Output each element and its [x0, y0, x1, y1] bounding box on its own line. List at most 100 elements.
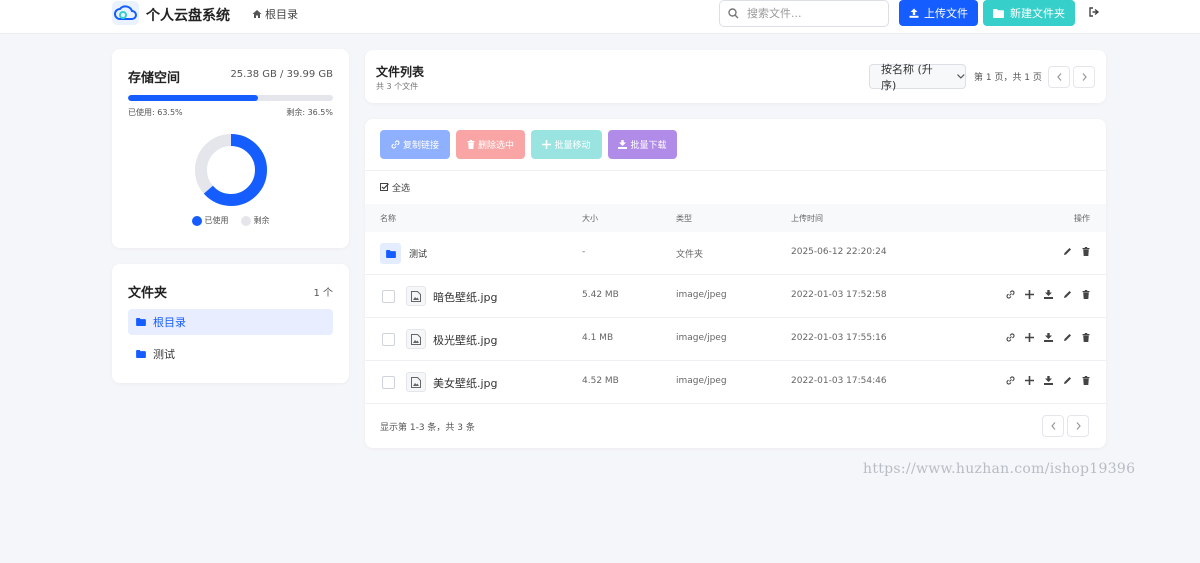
- image-file-icon: [406, 372, 426, 392]
- download-icon[interactable]: [1044, 290, 1053, 299]
- th-time: 上传时间: [791, 214, 823, 223]
- legend-free-label: 剩余: [253, 216, 270, 225]
- row-type: image/jpeg: [676, 376, 727, 386]
- next-page-button[interactable]: [1073, 66, 1095, 88]
- trash-icon[interactable]: [1082, 290, 1090, 299]
- row-name[interactable]: 测试: [409, 247, 427, 260]
- row-name[interactable]: 极光壁纸.jpg: [433, 332, 498, 348]
- trash-icon[interactable]: [1082, 333, 1090, 342]
- row-size: 4.1 MB: [582, 333, 614, 343]
- row-checkbox[interactable]: [382, 290, 395, 303]
- chevron-left-icon: [1050, 422, 1055, 430]
- storage-free-label: 剩余: 36.5%: [286, 108, 333, 117]
- select-all-toggle[interactable]: 全选: [380, 181, 410, 194]
- upload-button[interactable]: 上传文件: [899, 0, 978, 26]
- upload-label: 上传文件: [924, 7, 968, 20]
- edit-icon[interactable]: [1063, 247, 1072, 256]
- storage-progress-fill: [128, 95, 259, 101]
- table-header: 名称 大小 类型 上传时间 操作: [365, 204, 1106, 232]
- trash-icon: [467, 140, 475, 149]
- edit-icon[interactable]: [1063, 333, 1072, 342]
- chevron-left-icon: [1056, 73, 1061, 81]
- row-time: 2025-06-12 22:20:24: [791, 247, 887, 257]
- watermark-text: https://www.huzhan.com/ishop19396: [863, 461, 1136, 477]
- storage-used-label: 已使用: 63.5%: [128, 108, 183, 117]
- download-icon[interactable]: [1044, 376, 1053, 385]
- batch-move-label: 批量移动: [554, 141, 591, 151]
- file-list-header: 文件列表 共 3 个文件 按名称 (升序) 第 1 页，共 1 页: [365, 50, 1106, 103]
- link-icon[interactable]: [1006, 290, 1015, 299]
- trash-icon[interactable]: [1082, 247, 1090, 256]
- page-info: 第 1 页，共 1 页: [974, 73, 1042, 83]
- batch-download-label: 批量下载: [630, 141, 667, 151]
- folder-item-label: 根目录: [153, 316, 186, 329]
- folder-item-label: 测试: [153, 348, 175, 361]
- sort-select[interactable]: 按名称 (升序): [869, 63, 966, 92]
- upload-icon: [909, 8, 919, 18]
- legend-free-swatch: [240, 215, 251, 226]
- storage-title: 存储空间: [128, 71, 181, 86]
- download-icon: [618, 140, 628, 149]
- th-actions: 操作: [1074, 214, 1090, 223]
- move-icon[interactable]: [1025, 290, 1034, 299]
- image-icon: [411, 333, 421, 345]
- row-type: 文件夹: [676, 250, 704, 260]
- link-icon[interactable]: [1006, 376, 1015, 385]
- th-size: 大小: [582, 214, 598, 223]
- copy-link-button[interactable]: 复制链接: [380, 130, 450, 159]
- logout-icon[interactable]: [1089, 7, 1100, 17]
- edit-icon[interactable]: [1063, 376, 1072, 385]
- row-name[interactable]: 暗色壁纸.jpg: [433, 289, 498, 305]
- move-icon[interactable]: [1025, 376, 1034, 385]
- folder-icon: [993, 8, 1004, 18]
- folders-count: 1 个: [313, 288, 333, 299]
- row-size: 5.42 MB: [582, 290, 619, 300]
- chevron-right-icon: [1076, 422, 1081, 430]
- image-icon: [411, 376, 421, 388]
- link-icon[interactable]: [1006, 333, 1015, 342]
- prev-page-button[interactable]: [1048, 66, 1070, 88]
- row-name[interactable]: 美女壁纸.jpg: [433, 375, 498, 391]
- file-list-subtitle: 共 3 个文件: [376, 82, 419, 91]
- batch-download-button[interactable]: 批量下载: [608, 130, 677, 159]
- folder-item-root[interactable]: 根目录: [128, 309, 333, 335]
- trash-icon[interactable]: [1082, 376, 1090, 385]
- th-name: 名称: [380, 214, 396, 223]
- row-actions: [1006, 333, 1090, 342]
- file-list-title: 文件列表: [376, 65, 425, 79]
- legend-used: 已使用: [191, 215, 229, 226]
- delete-selected-button[interactable]: 删除选中: [456, 130, 525, 159]
- storage-amount: 25.38 GB / 39.99 GB: [230, 69, 333, 80]
- table-row[interactable]: 极光壁纸.jpg 4.1 MB image/jpeg 2022-01-03 17…: [365, 318, 1106, 361]
- image-file-icon: [406, 329, 426, 349]
- folder-item-test[interactable]: 测试: [128, 341, 333, 367]
- table-row[interactable]: 测试 - 文件夹 2025-06-12 22:20:24: [365, 232, 1106, 275]
- legend-used-swatch: [191, 215, 202, 226]
- search-input[interactable]: [747, 7, 877, 20]
- table-row[interactable]: 美女壁纸.jpg 4.52 MB image/jpeg 2022-01-03 1…: [365, 361, 1106, 404]
- folders-title: 文件夹: [128, 286, 168, 301]
- new-folder-button[interactable]: 新建文件夹: [983, 0, 1075, 26]
- batch-move-button[interactable]: 批量移动: [531, 130, 602, 159]
- link-icon: [391, 140, 400, 149]
- donut-legend: 已使用 剩余: [112, 215, 349, 226]
- table-next-page-button[interactable]: [1067, 415, 1089, 437]
- download-icon[interactable]: [1044, 333, 1053, 342]
- row-size: -: [582, 247, 586, 257]
- move-icon[interactable]: [1025, 333, 1034, 342]
- row-checkbox[interactable]: [382, 333, 395, 346]
- breadcrumb[interactable]: 根目录: [252, 6, 298, 22]
- row-actions: [1006, 376, 1090, 385]
- search-box[interactable]: [719, 0, 889, 27]
- row-checkbox[interactable]: [382, 376, 395, 389]
- copy-link-label: 复制链接: [402, 141, 439, 151]
- check-square-icon: [380, 183, 389, 191]
- legend-free: 剩余: [240, 215, 270, 226]
- row-time: 2022-01-03 17:52:58: [791, 290, 887, 300]
- cloud-logo-icon: [112, 1, 139, 25]
- edit-icon[interactable]: [1063, 290, 1072, 299]
- table-prev-page-button[interactable]: [1042, 415, 1064, 437]
- legend-used-label: 已使用: [204, 216, 229, 225]
- table-row[interactable]: 暗色壁纸.jpg 5.42 MB image/jpeg 2022-01-03 1…: [365, 275, 1106, 318]
- folder-icon: [136, 318, 146, 326]
